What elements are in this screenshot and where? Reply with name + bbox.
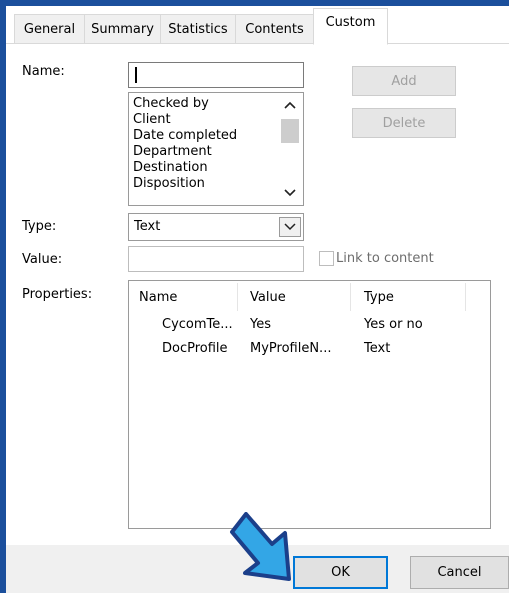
link-to-content-label: Link to content — [336, 251, 434, 266]
name-input[interactable] — [128, 62, 304, 88]
tab-general[interactable]: General — [14, 14, 85, 44]
column-header-type[interactable]: Type — [364, 290, 394, 305]
cancel-button[interactable]: Cancel — [410, 556, 509, 589]
chevron-down-icon[interactable] — [279, 217, 301, 237]
list-item[interactable]: Disposition — [133, 176, 205, 192]
listbox-scrollbar[interactable] — [279, 93, 301, 205]
add-button[interactable]: Add — [352, 66, 456, 96]
tab-custom[interactable]: Custom — [313, 8, 388, 45]
value-input[interactable] — [128, 246, 304, 272]
list-item[interactable]: Department — [133, 144, 212, 160]
scroll-up-icon[interactable] — [281, 97, 299, 113]
properties-label: Properties: — [22, 287, 93, 302]
name-label: Name: — [22, 64, 65, 79]
tab-summary[interactable]: Summary — [84, 14, 161, 44]
column-header-name[interactable]: Name — [139, 290, 177, 305]
properties-list[interactable]: Name Value Type CycomTe... Yes Yes or no… — [128, 280, 491, 529]
scroll-thumb[interactable] — [281, 119, 299, 143]
column-divider[interactable] — [237, 283, 238, 311]
column-divider[interactable] — [350, 283, 351, 311]
arrow-pointing-at-ok-icon — [230, 512, 291, 581]
window-frame-left — [0, 0, 6, 593]
text-cursor — [135, 67, 137, 83]
list-item[interactable]: Destination — [133, 160, 208, 176]
list-item[interactable]: Client — [133, 112, 171, 128]
list-item[interactable]: Checked by — [133, 96, 209, 112]
column-header-value[interactable]: Value — [250, 290, 286, 305]
tab-panel-border — [6, 43, 509, 44]
name-listbox[interactable]: Checked by Client Date completed Departm… — [128, 92, 304, 206]
table-row[interactable]: CycomTe... Yes Yes or no — [129, 315, 490, 337]
table-row[interactable]: DocProfile MyProfileN... Text — [129, 339, 490, 361]
delete-button[interactable]: Delete — [352, 108, 456, 138]
value-label: Value: — [22, 252, 63, 267]
tab-statistics[interactable]: Statistics — [160, 14, 236, 44]
scroll-down-icon[interactable] — [281, 185, 299, 201]
type-label: Type: — [22, 219, 57, 234]
column-divider[interactable] — [465, 283, 466, 311]
link-to-content-checkbox[interactable] — [319, 251, 334, 266]
list-item[interactable]: Date completed — [133, 128, 237, 144]
tab-contents[interactable]: Contents — [235, 14, 314, 44]
type-select[interactable]: Text — [128, 213, 304, 241]
